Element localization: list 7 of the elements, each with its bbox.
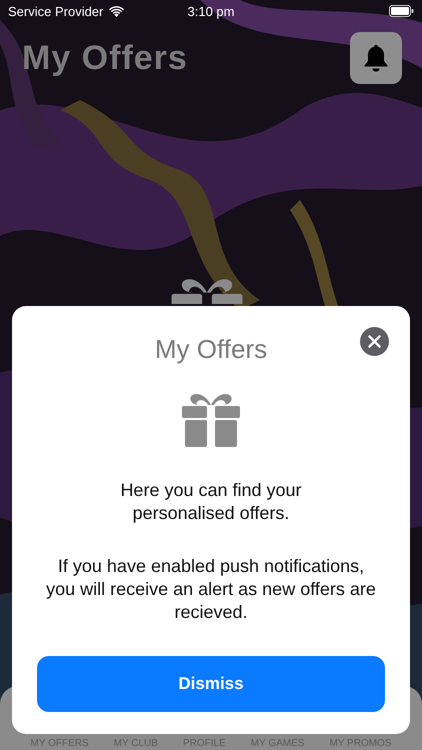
dialog-note: If you have enabled push notifications, you will receive an alert as new offers are recieved. bbox=[45, 555, 377, 624]
status-time: 3:10 pm bbox=[188, 4, 234, 18]
dismiss-button[interactable]: Dismiss bbox=[37, 656, 385, 712]
carrier-name: Service Provider bbox=[8, 4, 104, 18]
dialog-message: Here you can find your personalised offers. bbox=[119, 479, 303, 525]
dialog-title: My Offers bbox=[154, 334, 268, 365]
page-title: My Offers bbox=[22, 38, 188, 78]
